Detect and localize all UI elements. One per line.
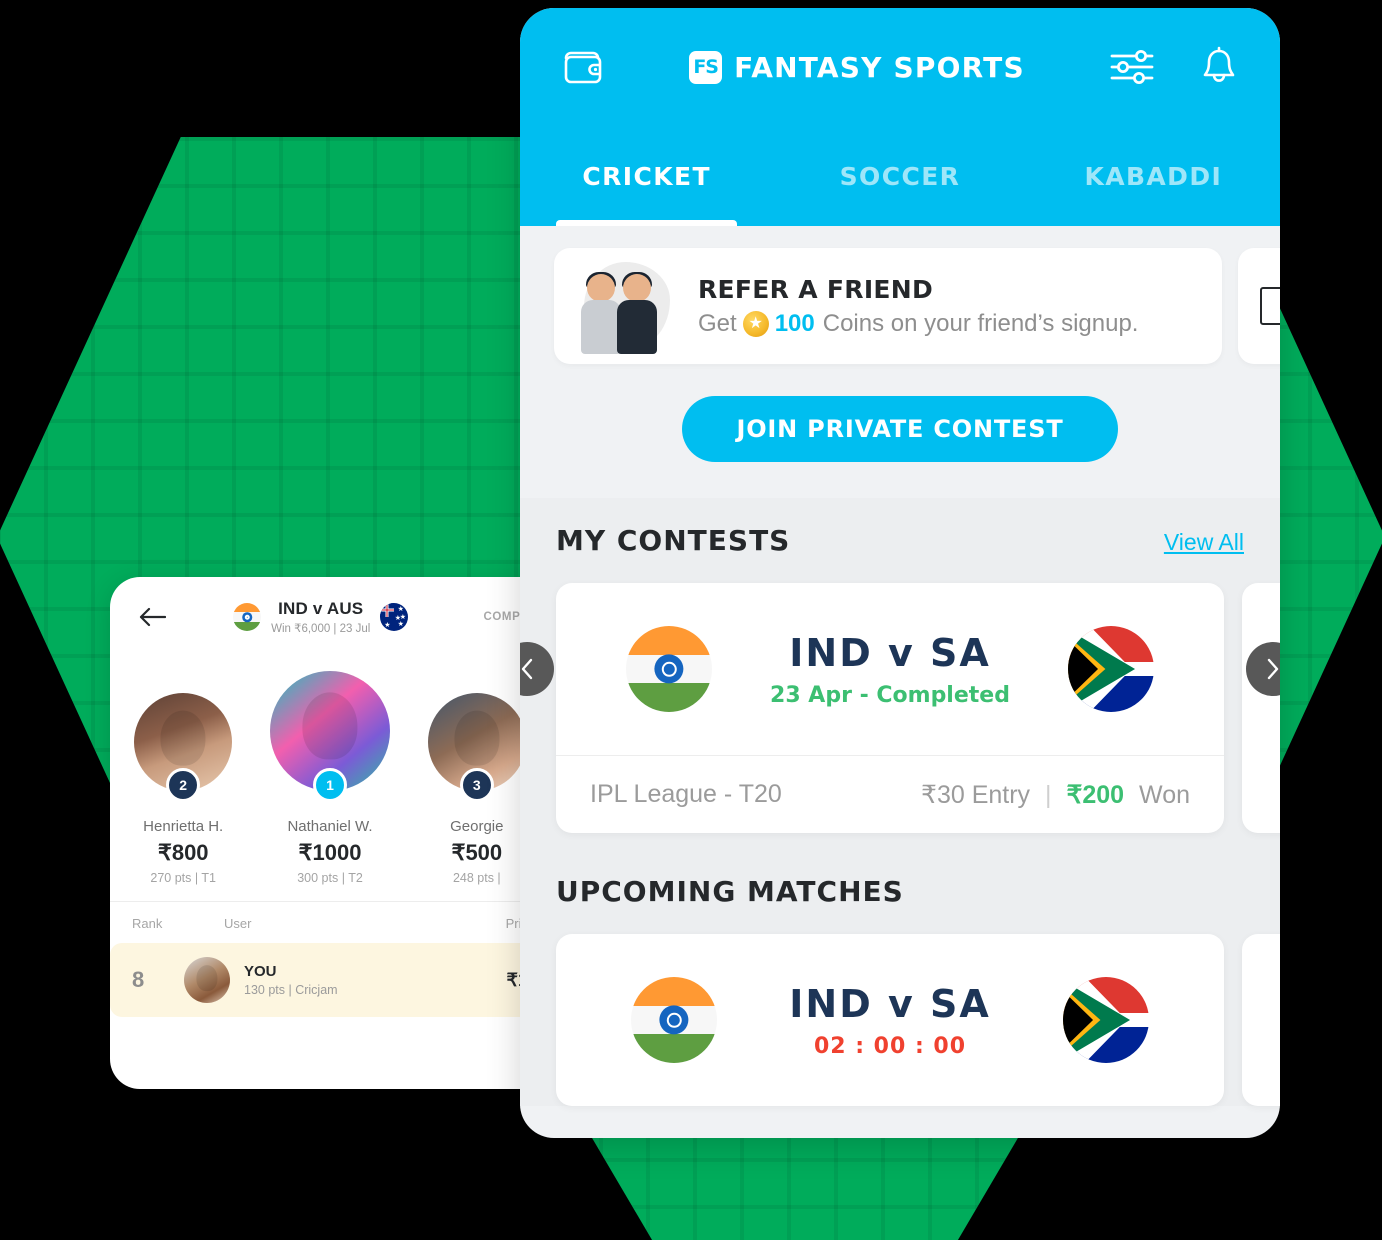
my-contests-section: MY CONTESTS View All IND v SA 23 Apr - C… — [520, 498, 1280, 833]
podium-place-1[interactable]: 1 Nathaniel W. ₹1000 300 pts | T2 — [266, 671, 393, 885]
document-icon — [1260, 287, 1280, 325]
podium-name: Nathaniel W. — [287, 818, 373, 835]
podium-prize: ₹500 — [451, 840, 503, 865]
leaderboard-screen: IND v AUS Win ₹6,000 | 23 Jul ★ ★ ★ ★ ★ … — [110, 577, 550, 1089]
fs-logo-icon: FS — [689, 50, 723, 84]
view-all-link[interactable]: View All — [1164, 529, 1244, 556]
contest-won-label: Won — [1139, 780, 1190, 809]
podium-name: Henrietta H. — [143, 818, 224, 835]
leaderboard-podium: 2 Henrietta H. ₹800 270 pts | T1 1 Natha… — [110, 657, 550, 885]
match-subtitle: Win ₹6,000 | 23 Jul — [271, 623, 371, 636]
column-header-rank: Rank — [132, 916, 163, 931]
upcoming-match-card[interactable]: IND v SA 02 : 00 : 00 — [556, 934, 1224, 1106]
refer-subtitle: Get ★ 100 Coins on your friend’s signup. — [698, 310, 1200, 338]
podium-prize: ₹1000 — [298, 840, 362, 865]
refer-sub-prefix: Get — [698, 309, 737, 337]
leaderboard-header: IND v AUS Win ₹6,000 | 23 Jul ★ ★ ★ ★ ★ … — [110, 577, 550, 657]
refer-illustration — [576, 258, 680, 354]
refer-sub-suffix: Coins on your friend’s signup. — [822, 309, 1139, 337]
contest-league: IPL League - T20 — [590, 780, 782, 808]
contest-status: 23 Apr - Completed — [770, 682, 1010, 708]
contest-card[interactable]: IND v SA 23 Apr - Completed IPL League -… — [556, 583, 1224, 833]
rank-badge: 2 — [166, 768, 201, 802]
contest-won-amount: ₹200 — [1066, 780, 1125, 809]
south-africa-flag-icon — [1063, 977, 1149, 1063]
app-header: FS FANTASY SPORTS CRICKET SOCCER KABADDI — [520, 8, 1280, 226]
upcoming-match-card-next[interactable] — [1242, 934, 1280, 1106]
podium-prize: ₹800 — [157, 840, 209, 865]
australia-flag-icon: ★ ★ ★ ★ ★ — [380, 602, 409, 631]
podium-meta: 248 pts | — [452, 871, 501, 885]
leaderboard-match-title: IND v AUS Win ₹6,000 | 23 Jul ★ ★ ★ ★ ★ — [166, 598, 475, 636]
india-flag-icon — [233, 602, 262, 631]
podium-place-3[interactable]: 3 Georgie ₹500 248 pts | — [422, 693, 532, 885]
india-flag-icon — [626, 626, 713, 712]
refer-a-friend-card[interactable]: REFER A FRIEND Get ★ 100 Coins on your f… — [554, 248, 1222, 364]
tab-kabaddi[interactable]: KABADDI — [1027, 126, 1280, 226]
upcoming-matches-section: UPCOMING MATCHES IND v SA 02 : 00 : 00 — [520, 833, 1280, 1106]
join-private-contest-wrap: JOIN PRIVATE CONTEST — [520, 364, 1280, 498]
sport-tabs: CRICKET SOCCER KABADDI — [520, 126, 1280, 226]
south-africa-flag-icon — [1067, 626, 1154, 712]
column-header-user: User — [224, 916, 252, 931]
upcoming-matches-carousel: IND v SA 02 : 00 : 00 — [556, 934, 1280, 1106]
india-flag-icon — [631, 977, 717, 1063]
row-rank: 8 — [132, 967, 145, 992]
contest-prize-info: ₹30 Entry | ₹200 Won — [921, 780, 1190, 810]
upcoming-matches-title: UPCOMING MATCHES — [556, 875, 904, 908]
my-contests-title: MY CONTESTS — [556, 524, 791, 557]
promo-card-next[interactable] — [1238, 248, 1280, 364]
bell-icon[interactable] — [1200, 46, 1238, 88]
sliders-icon[interactable] — [1110, 49, 1154, 85]
promo-carousel: REFER A FRIEND Get ★ 100 Coins on your f… — [520, 226, 1280, 364]
brand-name: FANTASY SPORTS — [734, 50, 1025, 84]
row-user-name: YOU — [244, 963, 277, 980]
separator: | — [1045, 780, 1052, 809]
contest-teams: IND v SA — [789, 630, 991, 675]
podium-place-2[interactable]: 2 Henrietta H. ₹800 270 pts | T1 — [128, 693, 238, 885]
app-top-bar: FS FANTASY SPORTS — [520, 8, 1280, 126]
match-name: IND v AUS — [278, 598, 364, 618]
brand-logo: FS FANTASY SPORTS — [604, 50, 1110, 84]
table-row[interactable]: 8 YOU 130 pts | Cricjam ₹1 — [110, 943, 550, 1017]
podium-name: Georgie — [450, 818, 504, 835]
coin-icon: ★ — [742, 310, 769, 337]
contest-card-next[interactable] — [1242, 583, 1280, 833]
podium-meta: 300 pts | T2 — [297, 871, 363, 885]
join-private-contest-button[interactable]: JOIN PRIVATE CONTEST — [682, 396, 1118, 462]
podium-meta: 270 pts | T1 — [150, 871, 216, 885]
column-header-prize: Priz — [505, 916, 528, 931]
leaderboard-table-header: Rank User Priz — [110, 901, 550, 943]
avatar — [184, 957, 230, 1003]
row-user-meta: 130 pts | Cricjam — [244, 983, 338, 997]
wallet-icon[interactable] — [562, 48, 604, 86]
app-body: REFER A FRIEND Get ★ 100 Coins on your f… — [520, 226, 1280, 1106]
refer-title: REFER A FRIEND — [698, 274, 934, 304]
upcoming-countdown: 02 : 00 : 00 — [813, 1033, 967, 1059]
rank-badge: 3 — [459, 768, 494, 802]
refer-coin-amount: 100 — [774, 309, 815, 337]
contest-entry-fee: ₹30 Entry — [921, 780, 1031, 809]
tab-soccer[interactable]: SOCCER — [773, 126, 1026, 226]
screenshot-stage: IND v AUS Win ₹6,000 | 23 Jul ★ ★ ★ ★ ★ … — [0, 0, 1382, 1240]
rank-badge: 1 — [313, 768, 347, 802]
app-screen: FS FANTASY SPORTS CRICKET SOCCER KABADDI… — [520, 8, 1280, 1138]
contest-footer: IPL League - T20 ₹30 Entry | ₹200 Won — [556, 755, 1224, 833]
upcoming-teams: IND v SA — [789, 981, 991, 1026]
tab-cricket[interactable]: CRICKET — [520, 126, 773, 226]
my-contests-carousel: IND v SA 23 Apr - Completed IPL League -… — [520, 583, 1280, 833]
chevron-left-icon[interactable] — [520, 642, 554, 696]
